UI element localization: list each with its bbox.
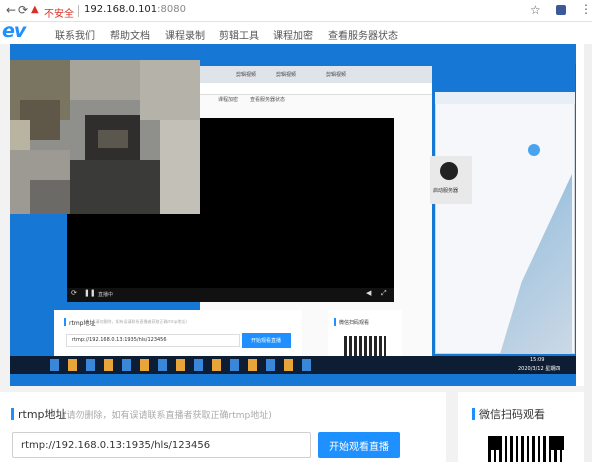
- shared-blue-dot: [528, 144, 540, 156]
- shared-launch-label: 启动服务器: [433, 188, 459, 194]
- nav-encrypt[interactable]: 课程加密: [273, 27, 313, 42]
- watch-live-button[interactable]: 开始观看直播: [318, 432, 400, 458]
- shared-watch-label: 开始观看直播: [251, 338, 282, 344]
- back-arrow-icon[interactable]: ←: [6, 3, 16, 17]
- warning-triangle-icon: ▲: [31, 4, 39, 15]
- nav-editor[interactable]: 剪辑工具: [219, 27, 259, 42]
- address-host: 192.168.0.101: [84, 4, 158, 15]
- reload-icon[interactable]: ⟳: [18, 3, 28, 17]
- player-pause-icon: ❚❚: [84, 289, 96, 297]
- address-divider: [78, 5, 79, 17]
- security-label[interactable]: 不安全: [44, 5, 74, 20]
- shared-address-row: [200, 83, 432, 95]
- shared-qr-code: [344, 336, 386, 356]
- shared-right-window-titlebar: [435, 92, 575, 104]
- nav-contact[interactable]: 联系我们: [55, 27, 95, 42]
- player-play-icon: ⟳: [71, 289, 77, 297]
- rtmp-url-value: rtmp://192.168.0.13:1935/hls/123456: [21, 439, 211, 451]
- player-status: 直播中: [98, 292, 114, 298]
- page-scrollbar[interactable]: [584, 44, 592, 462]
- ev-logo[interactable]: ev: [2, 20, 26, 42]
- shared-rtmp-accent: [64, 318, 66, 326]
- rtmp-accent-bar: [11, 408, 14, 420]
- wechat-title: 微信扫码观看: [479, 408, 545, 421]
- shared-browser-tabbar: [200, 66, 432, 83]
- extension-icon[interactable]: [556, 5, 566, 15]
- rtmp-title: rtmp地址: [18, 408, 67, 421]
- browser-toolbar: ← ⟳ ▲ 不安全 192.168.0.101:8080 ☆ ⋮: [0, 0, 592, 22]
- address-port: :8080: [157, 4, 186, 15]
- nav-help[interactable]: 帮助文档: [110, 27, 150, 42]
- webcam-overlay: [10, 60, 200, 214]
- shared-nav-status: 查看服务器状态: [250, 97, 286, 103]
- player-volume-icon: ◀: [366, 289, 372, 297]
- rtmp-url-input[interactable]: rtmp://192.168.0.13:1935/hls/123456: [12, 432, 311, 458]
- rtmp-panel: rtmp地址 (请勿删除，如有误请联系直播者获取正确rtmp地址) rtmp:/…: [0, 392, 446, 462]
- nav-server-status[interactable]: 查看服务器状态: [328, 27, 398, 42]
- shared-rtmp-hint: (请勿删除，如有误请联系直播者获取正确rtmp地址): [94, 319, 187, 324]
- shared-wechat-accent: [334, 318, 336, 326]
- player-fullscreen-icon: ⤢: [381, 289, 387, 297]
- shared-rtmp-title: rtmp地址: [69, 320, 96, 327]
- shared-taskbar-icons: [50, 359, 320, 371]
- bookmark-star-icon[interactable]: ☆: [530, 3, 541, 17]
- shared-tab-3: 剪辑视频: [326, 72, 347, 78]
- shared-clock-time: 15:09: [530, 357, 545, 363]
- shared-nav-encrypt: 课程加密: [218, 97, 239, 103]
- nav-record[interactable]: 课程录制: [165, 27, 205, 42]
- rtmp-hint: (请勿删除，如有误请联系直播者获取正确rtmp地址): [63, 411, 272, 421]
- shared-launch-icon: [440, 162, 458, 180]
- wechat-accent-bar: [472, 408, 475, 420]
- watch-live-label: 开始观看直播: [329, 441, 389, 453]
- address-bar[interactable]: 192.168.0.101:8080: [84, 4, 186, 15]
- wechat-qr-code: [488, 436, 564, 462]
- shared-tab-1: 剪辑视频: [236, 72, 257, 78]
- shared-player-controls: [67, 288, 394, 302]
- site-nav: ev 联系我们 帮助文档 课程录制 剪辑工具 课程加密 查看服务器状态: [0, 20, 592, 44]
- wechat-panel: 微信扫码观看: [458, 392, 584, 462]
- live-video-stage[interactable]: 剪辑视频 剪辑视频 剪辑视频 课程加密 查看服务器状态 ⟳ ❚❚ 直播中 ◀ ⤢…: [10, 44, 592, 386]
- shared-rtmp-value: rtmp://192.168.0.13:1935/hls/123456: [72, 337, 167, 343]
- shared-clock-date: 2020/3/12 星期四: [518, 366, 561, 372]
- shared-wechat-title: 微信扫码观看: [339, 320, 370, 326]
- menu-dots-icon[interactable]: ⋮: [580, 2, 592, 16]
- shared-tab-2: 剪辑视频: [276, 72, 297, 78]
